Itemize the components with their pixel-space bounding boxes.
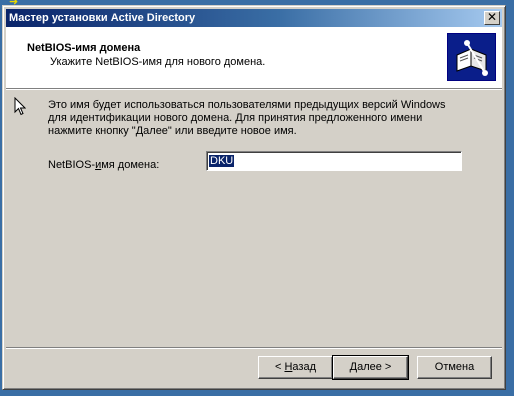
window-title: Мастер установки Active Directory <box>9 12 196 24</box>
desktop: ➜ Мастер установки Active Directory ✕ Ne… <box>0 0 514 396</box>
footer-separator <box>6 347 502 349</box>
description-line: Это имя будет использоваться пользовател… <box>48 99 446 111</box>
header-separator <box>6 88 502 90</box>
netbios-name-label: NetBIOS-имя домена: <box>48 159 160 171</box>
netbios-name-input[interactable]: DKU <box>206 151 462 171</box>
page-subtitle: Укажите NetBIOS-имя для нового домена. <box>50 56 266 68</box>
description-line: нажмите кнопку "Далее" или введите новое… <box>48 125 297 137</box>
title-bar[interactable]: Мастер установки Active Directory ✕ <box>6 9 502 27</box>
page-title: NetBIOS-имя домена <box>27 42 141 54</box>
next-button[interactable]: Далее > <box>332 355 409 380</box>
cancel-button[interactable]: Отмена <box>417 356 492 379</box>
wizard-header: NetBIOS-имя домена Укажите NetBIOS-имя д… <box>6 27 502 88</box>
description-text: Это имя будет использоваться пользовател… <box>48 99 468 138</box>
wizard-window: Мастер установки Active Directory ✕ NetB… <box>2 5 506 390</box>
netbios-name-value: DKU <box>209 155 235 167</box>
close-button[interactable]: ✕ <box>484 11 500 25</box>
mouse-pointer-icon <box>14 97 26 116</box>
description-line: для идентификации нового домена. Для при… <box>48 112 423 124</box>
close-icon: ✕ <box>486 10 498 24</box>
back-button[interactable]: < Назад <box>258 356 333 379</box>
book-network-icon <box>447 33 496 81</box>
